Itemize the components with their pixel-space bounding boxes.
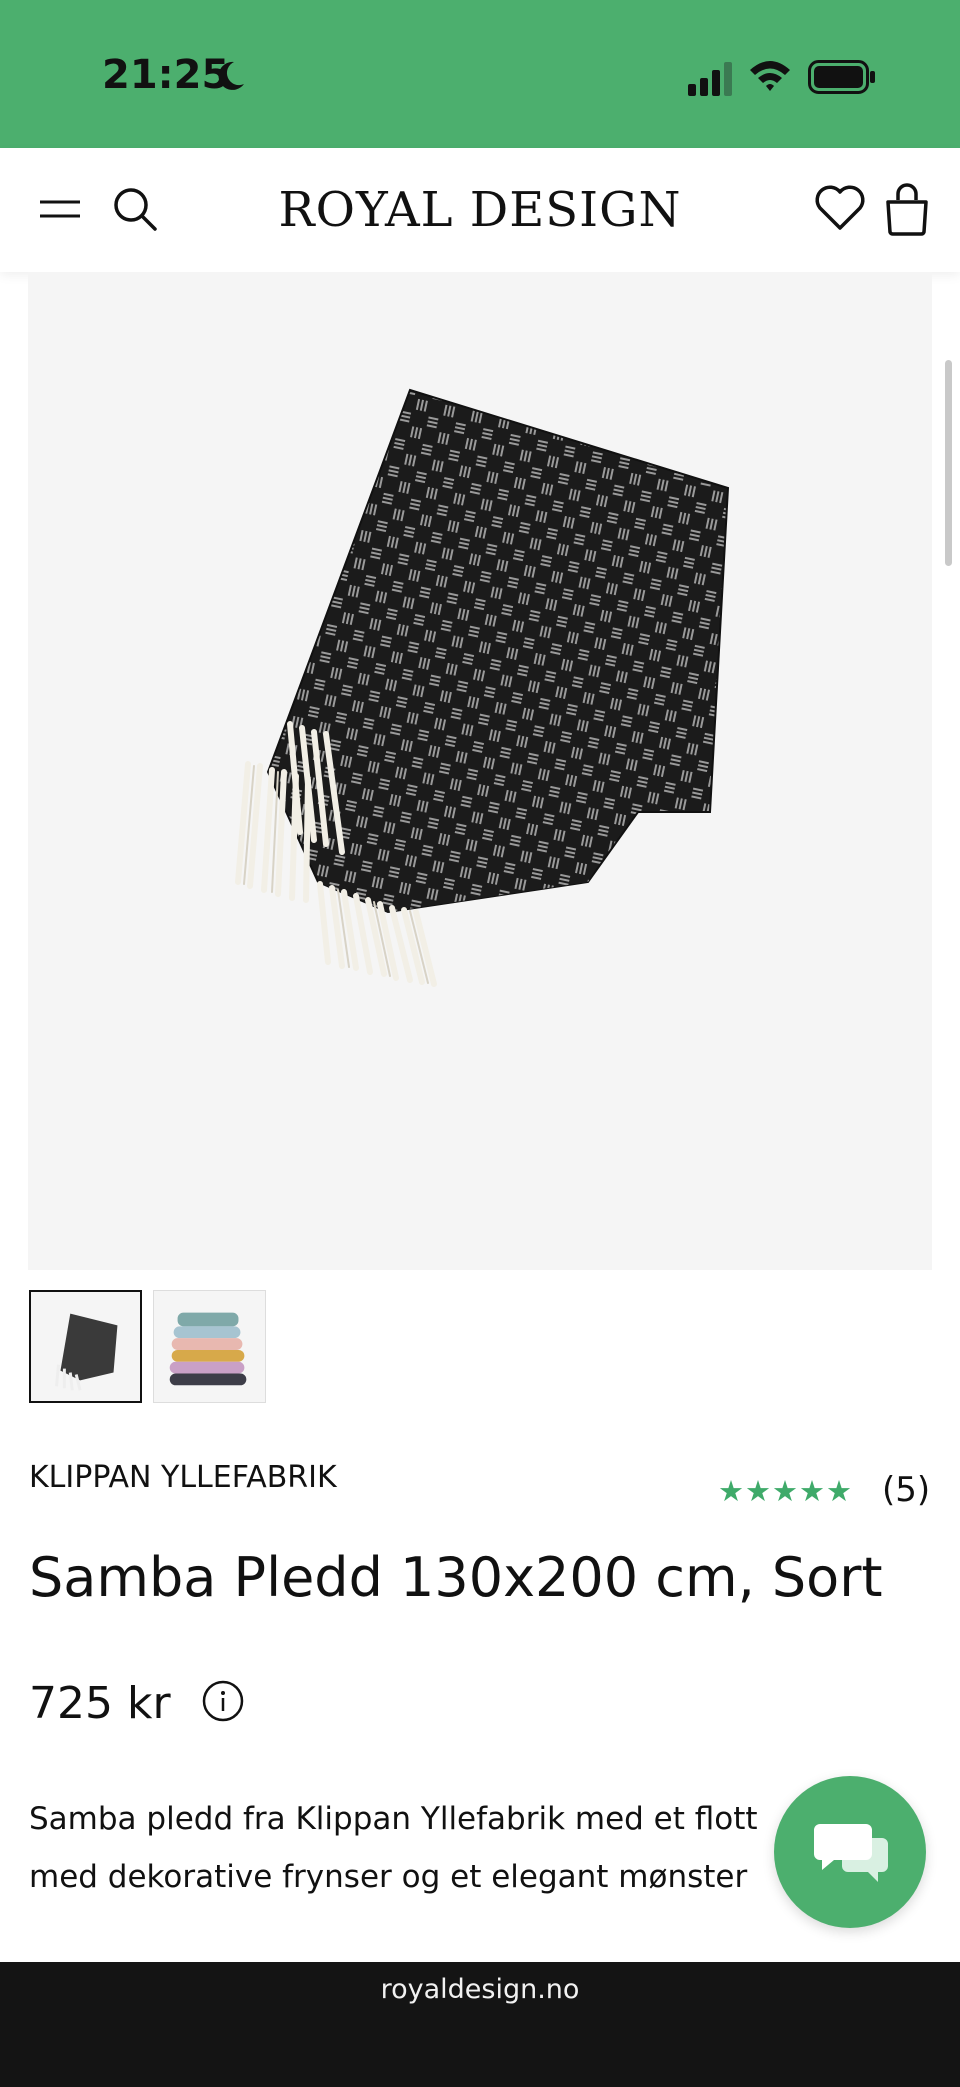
product-title: Samba Pledd 130x200 cm, Sort <box>29 1546 883 1609</box>
status-time: 21:25 <box>102 52 230 98</box>
browser-url[interactable]: royaldesign.no <box>0 1974 960 2005</box>
status-bar: 21:25 <box>0 0 960 148</box>
chat-bubbles-icon <box>814 1824 888 1882</box>
product-image[interactable] <box>28 272 932 1270</box>
gallery-thumbnail-2[interactable] <box>153 1290 266 1403</box>
info-icon[interactable] <box>202 1680 244 1722</box>
chat-button[interactable] <box>774 1776 926 1928</box>
black-blanket-thumbnail <box>55 1313 118 1391</box>
product-price: 725 kr <box>29 1678 171 1729</box>
rating-stars[interactable]: ★★★★★ <box>718 1474 853 1508</box>
gallery-thumbnail-1[interactable] <box>29 1290 142 1403</box>
scroll-indicator[interactable] <box>945 360 952 566</box>
shopping-bag-icon[interactable] <box>884 182 930 236</box>
wifi-icon <box>750 61 790 91</box>
rating-count[interactable]: (5) <box>882 1470 930 1510</box>
colored-blankets-stack-thumbnail <box>169 1312 247 1386</box>
heart-icon[interactable] <box>814 184 866 232</box>
signal-icon <box>688 62 732 96</box>
blanket-illustration <box>235 388 730 987</box>
product-brand[interactable]: KLIPPAN YLLEFABRIK <box>29 1460 337 1495</box>
moon-icon <box>218 61 244 90</box>
battery-icon <box>808 60 875 94</box>
